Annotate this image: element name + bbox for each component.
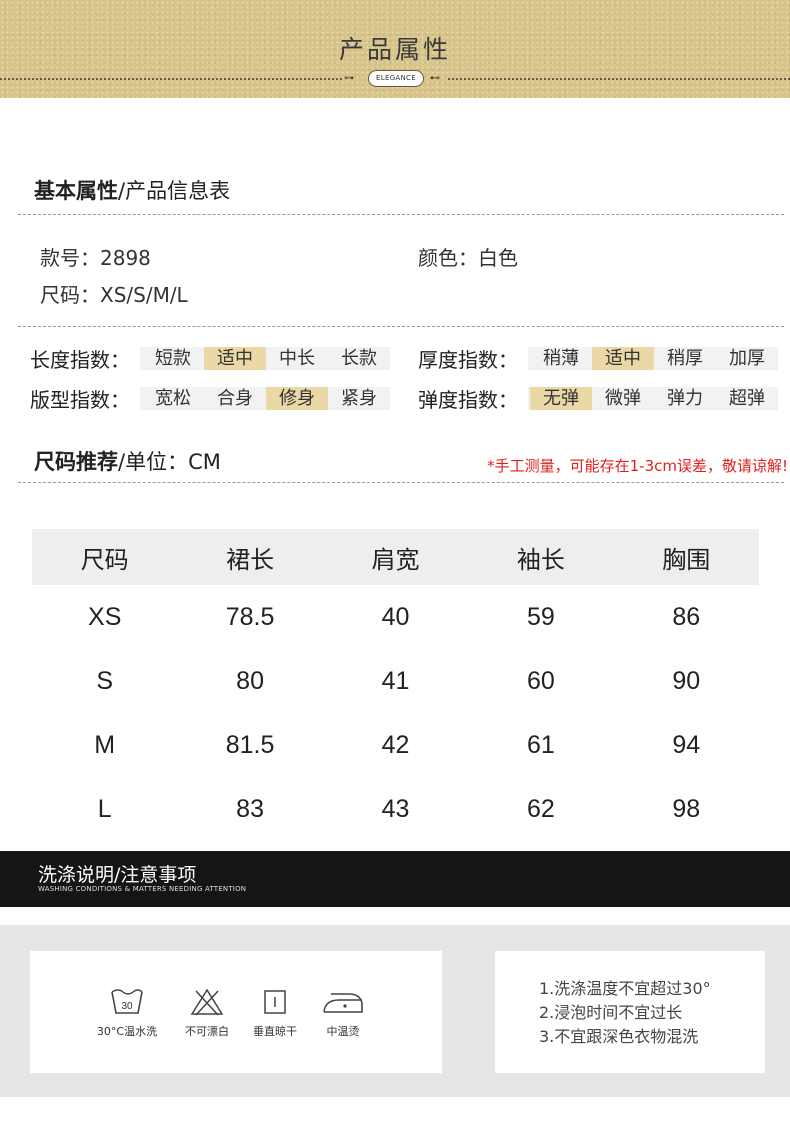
size-list: 尺码：XS/S/M/L [40,283,188,307]
tip-item: 3.不宜跟深色衣物混洗 [539,1027,699,1046]
table-cell: 83 [236,794,264,823]
table-cell: 81.5 [225,730,275,759]
heading-bold: 基本属性 [34,179,118,203]
table-cell: M [94,730,116,759]
thickness-option: 稍薄 [543,347,579,369]
care-symbols-card: 30 30°C温水洗 不可漂白 垂直晾干 中温烫 [30,951,442,1073]
table-cell: 80 [236,666,264,695]
thickness-option: 加厚 [729,347,765,369]
washing-area: 30 30°C温水洗 不可漂白 垂直晾干 中温烫 1.洗涤温度不宜超过30° 2… [0,925,790,1097]
fit-option: 宽松 [155,387,191,409]
tip-item: 2.浸泡时间不宜过长 [539,1003,683,1022]
care-item: 30 30°C温水洗 [87,987,167,1039]
washing-tips: 1.洗涤温度不宜超过30° 2.浸泡时间不宜过长 3.不宜跟深色衣物混洗 [539,977,711,1049]
tip-item: 1.洗涤温度不宜超过30° [539,979,711,998]
washing-title: 洗涤说明/注意事项 [38,864,197,886]
fit-option: 紧身 [341,387,377,409]
header-cell: 袖长 [516,545,565,574]
heading-light: /产品信息表 [118,179,231,203]
header-cell: 肩宽 [371,545,420,574]
table-cell: XS [88,602,122,631]
table-cell: S [96,666,114,695]
elasticity-option: 弹力 [667,387,703,409]
measurement-note: *手工测量，可能存在1-3cm误差，敬请谅解! [487,457,788,475]
table-cell: L [97,794,112,823]
heading-bold: 尺码推荐 [34,450,118,474]
elasticity-option-selected: 无弹 [530,386,592,410]
table-cell: 61 [526,730,555,759]
table-cell: 40 [381,602,410,631]
banner-ornament: ⊶ ELEGANCE ⊷ [0,70,790,88]
header-banner: 产品属性 ⊶ ELEGANCE ⊷ [0,0,790,98]
length-option: 短款 [155,347,191,369]
ornament-line-right [448,78,790,80]
care-label: 30°C温水洗 [96,1025,158,1038]
length-option-selected: 适中 [204,346,266,370]
wash-30-icon: 30 [87,987,167,1017]
table-cell: 60 [526,666,555,695]
table-cell: 90 [672,666,701,695]
fit-index-label: 版型指数： [30,387,130,412]
table-row: S 80 41 60 90 [32,649,759,713]
fit-option: 合身 [217,387,253,409]
table-cell: 42 [381,730,410,759]
washing-subtitle: WASHING CONDITIONS & MATTERS NEEDING ATT… [38,885,247,893]
table-cell: 41 [381,666,410,695]
table-cell: 86 [672,602,701,631]
table-row: L 83 43 62 98 [32,777,759,841]
elasticity-index-row: 弹度指数： 无弹 微弹 弹力 超弹 [418,385,778,412]
divider [18,326,784,327]
table-cell: 94 [672,730,701,759]
header-cell: 裙长 [226,545,275,574]
size-recommend-heading: 尺码推荐/单位：CM [34,446,221,476]
table-cell: 62 [526,794,555,823]
thickness-index-label: 厚度指数： [418,347,518,372]
thickness-index-row: 厚度指数： 稍薄 适中 稍厚 加厚 [418,345,778,372]
table-row: XS 78.5 40 59 86 [32,585,759,649]
divider [18,482,784,483]
washing-tips-card: 1.洗涤温度不宜超过30° 2.浸泡时间不宜过长 3.不宜跟深色衣物混洗 [495,951,765,1073]
length-index-label: 长度指数： [30,347,130,372]
banner-title: 产品属性 [338,35,451,64]
header-cell: 胸围 [662,545,711,574]
care-item: 中温烫 [303,987,383,1039]
fit-index-row: 版型指数： 宽松 合身 修身 紧身 [30,385,390,412]
table-cell: 43 [381,794,410,823]
thickness-option: 稍厚 [667,347,703,369]
table-cell: 78.5 [225,602,275,631]
elasticity-option: 微弹 [605,387,641,409]
basic-attributes-heading: 基本属性/产品信息表 [34,175,230,205]
color-value: 颜色：白色 [418,246,518,270]
style-number: 款号：2898 [40,246,151,270]
table-cell: 98 [672,794,701,823]
elegance-badge: ELEGANCE [368,70,424,87]
washing-header: 洗涤说明/注意事项 WASHING CONDITIONS & MATTERS N… [0,851,790,907]
header-cell: 尺码 [80,545,129,574]
swirl-left-icon: ⊶ [344,73,354,84]
size-table: 尺码 裙长 肩宽 袖长 胸围 XS 78.5 40 59 86 S 80 41 … [32,529,759,841]
swirl-right-icon: ⊷ [430,73,440,84]
heading-light: /单位：CM [118,450,221,474]
table-cell: 59 [526,602,555,631]
fit-option-selected: 修身 [266,386,328,410]
length-index-row: 长度指数： 短款 适中 中长 长款 [30,345,390,372]
care-label: 中温烫 [326,1025,360,1038]
ornament-line-left [0,78,342,80]
elasticity-index-label: 弹度指数： [418,387,518,412]
length-option: 中长 [279,347,315,369]
svg-text:30: 30 [121,1001,133,1012]
length-option: 长款 [341,347,377,369]
elasticity-option: 超弹 [729,387,765,409]
divider [18,214,784,215]
thickness-option-selected: 适中 [592,346,654,370]
table-header: 尺码 裙长 肩宽 袖长 胸围 [32,529,759,585]
table-row: M 81.5 42 61 94 [32,713,759,777]
iron-medium-icon [303,987,383,1017]
